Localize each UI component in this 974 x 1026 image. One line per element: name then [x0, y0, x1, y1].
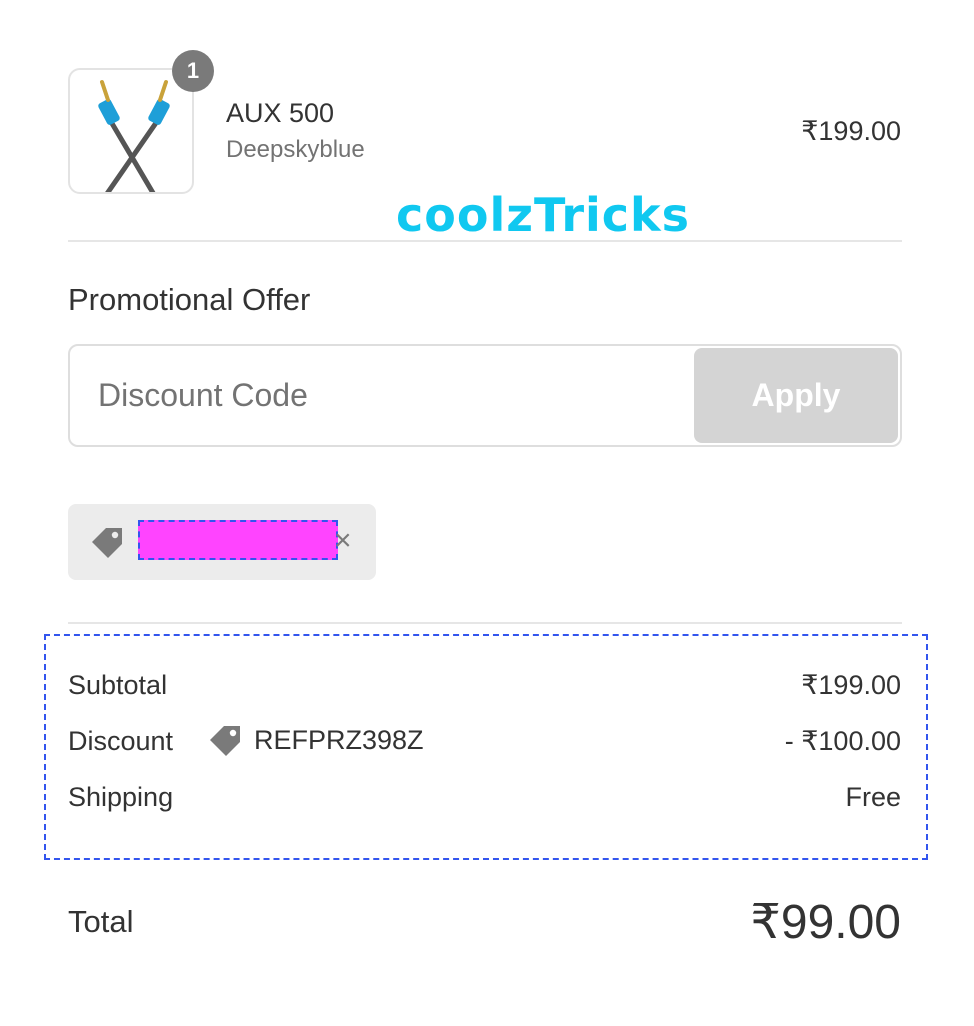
discount-label: Discount: [68, 726, 174, 756]
discount-value: - ₹100.00: [784, 726, 901, 756]
subtotal-value: ₹199.00: [801, 670, 901, 700]
subtotal-label: Subtotal: [68, 670, 168, 700]
close-icon[interactable]: ×: [334, 526, 352, 556]
price-tag-icon: [92, 528, 122, 558]
discount-code-form: Apply: [68, 344, 902, 447]
redacted-discount-code: [138, 520, 338, 560]
total-value: ₹99.00: [750, 896, 901, 949]
product-thumbnail: [68, 68, 194, 194]
promo-title: Promotional Offer: [68, 282, 311, 317]
watermark-text: coolzTricks: [396, 188, 691, 242]
apply-button[interactable]: Apply: [694, 348, 898, 443]
price-tag-icon: [210, 726, 240, 756]
discount-code: REFPRZ398Z: [254, 725, 424, 755]
shipping-label: Shipping: [68, 782, 174, 812]
aux-cable-image: [98, 80, 170, 192]
discount-code-input[interactable]: [70, 346, 694, 445]
divider: [68, 622, 902, 624]
quantity-badge: 1: [172, 50, 214, 92]
product-variant: Deepskyblue: [226, 136, 365, 163]
shipping-value: Free: [845, 782, 901, 812]
applied-discount-chip: ×: [68, 504, 376, 580]
divider: [68, 240, 902, 242]
product-name: AUX 500: [226, 98, 335, 128]
total-label: Total: [68, 904, 134, 939]
product-price: ₹199.00: [801, 116, 901, 146]
